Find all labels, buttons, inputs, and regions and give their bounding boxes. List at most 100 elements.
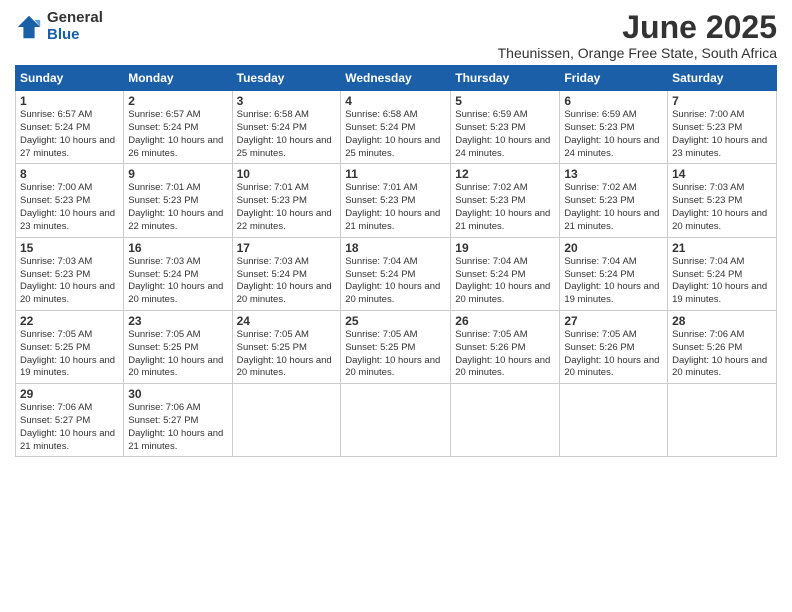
day-info: Sunrise: 7:03 AM Sunset: 5:23 PM Dayligh… (672, 182, 772, 233)
header-row: Sunday Monday Tuesday Wednesday Thursday… (16, 66, 777, 91)
sunset: Sunset: 5:23 PM (345, 195, 415, 206)
col-thursday: Thursday (451, 66, 560, 91)
daylight: Daylight: 10 hours and 20 minutes. (128, 355, 223, 379)
day-info: Sunrise: 7:00 AM Sunset: 5:23 PM Dayligh… (20, 182, 119, 233)
daylight: Daylight: 10 hours and 20 minutes. (237, 281, 332, 305)
daylight: Daylight: 10 hours and 21 minutes. (345, 208, 440, 232)
day-info: Sunrise: 7:02 AM Sunset: 5:23 PM Dayligh… (564, 182, 663, 233)
day-info: Sunrise: 7:05 AM Sunset: 5:26 PM Dayligh… (564, 329, 663, 380)
daylight: Daylight: 10 hours and 25 minutes. (345, 135, 440, 159)
day-number: 26 (455, 314, 555, 328)
sunrise: Sunrise: 6:57 AM (128, 109, 200, 120)
day-number: 20 (564, 241, 663, 255)
day-info: Sunrise: 7:02 AM Sunset: 5:23 PM Dayligh… (455, 182, 555, 233)
sunrise: Sunrise: 7:04 AM (672, 256, 744, 267)
daylight: Daylight: 10 hours and 24 minutes. (564, 135, 659, 159)
logo-icon (15, 13, 43, 41)
calendar-week-2: 8 Sunrise: 7:00 AM Sunset: 5:23 PM Dayli… (16, 164, 777, 237)
sunset: Sunset: 5:24 PM (564, 269, 634, 280)
daylight: Daylight: 10 hours and 21 minutes. (564, 208, 659, 232)
sunrise: Sunrise: 7:05 AM (345, 329, 417, 340)
sunset: Sunset: 5:24 PM (20, 122, 90, 133)
sunrise: Sunrise: 7:06 AM (20, 402, 92, 413)
calendar-week-4: 22 Sunrise: 7:05 AM Sunset: 5:25 PM Dayl… (16, 310, 777, 383)
sunrise: Sunrise: 7:04 AM (564, 256, 636, 267)
daylight: Daylight: 10 hours and 21 minutes. (455, 208, 550, 232)
logo-text: General Blue (47, 10, 103, 43)
calendar-cell (232, 384, 341, 457)
sunrise: Sunrise: 7:01 AM (237, 182, 309, 193)
sunset: Sunset: 5:25 PM (128, 342, 198, 353)
day-info: Sunrise: 7:01 AM Sunset: 5:23 PM Dayligh… (345, 182, 446, 233)
daylight: Daylight: 10 hours and 21 minutes. (20, 428, 115, 452)
calendar-cell: 28 Sunrise: 7:06 AM Sunset: 5:26 PM Dayl… (668, 310, 777, 383)
calendar-cell: 18 Sunrise: 7:04 AM Sunset: 5:24 PM Dayl… (341, 237, 451, 310)
sunrise: Sunrise: 7:06 AM (128, 402, 200, 413)
sunset: Sunset: 5:24 PM (672, 269, 742, 280)
sunrise: Sunrise: 7:05 AM (20, 329, 92, 340)
day-info: Sunrise: 6:59 AM Sunset: 5:23 PM Dayligh… (455, 109, 555, 160)
sunrise: Sunrise: 6:59 AM (455, 109, 527, 120)
col-tuesday: Tuesday (232, 66, 341, 91)
sunrise: Sunrise: 7:02 AM (564, 182, 636, 193)
sunrise: Sunrise: 6:58 AM (237, 109, 309, 120)
day-info: Sunrise: 7:06 AM Sunset: 5:27 PM Dayligh… (20, 402, 119, 453)
day-number: 6 (564, 94, 663, 108)
day-info: Sunrise: 6:57 AM Sunset: 5:24 PM Dayligh… (20, 109, 119, 160)
logo-blue-text: Blue (47, 27, 103, 44)
col-sunday: Sunday (16, 66, 124, 91)
calendar-cell: 10 Sunrise: 7:01 AM Sunset: 5:23 PM Dayl… (232, 164, 341, 237)
day-info: Sunrise: 7:06 AM Sunset: 5:27 PM Dayligh… (128, 402, 227, 453)
day-info: Sunrise: 7:04 AM Sunset: 5:24 PM Dayligh… (455, 256, 555, 307)
daylight: Daylight: 10 hours and 24 minutes. (455, 135, 550, 159)
calendar-cell (668, 384, 777, 457)
sunset: Sunset: 5:26 PM (455, 342, 525, 353)
day-number: 22 (20, 314, 119, 328)
daylight: Daylight: 10 hours and 20 minutes. (672, 355, 767, 379)
day-number: 8 (20, 167, 119, 181)
daylight: Daylight: 10 hours and 22 minutes. (237, 208, 332, 232)
daylight: Daylight: 10 hours and 20 minutes. (20, 281, 115, 305)
col-monday: Monday (124, 66, 232, 91)
calendar-cell: 19 Sunrise: 7:04 AM Sunset: 5:24 PM Dayl… (451, 237, 560, 310)
day-number: 2 (128, 94, 227, 108)
daylight: Daylight: 10 hours and 23 minutes. (672, 135, 767, 159)
day-number: 29 (20, 387, 119, 401)
day-info: Sunrise: 7:01 AM Sunset: 5:23 PM Dayligh… (128, 182, 227, 233)
day-number: 28 (672, 314, 772, 328)
daylight: Daylight: 10 hours and 27 minutes. (20, 135, 115, 159)
daylight: Daylight: 10 hours and 19 minutes. (564, 281, 659, 305)
daylight: Daylight: 10 hours and 20 minutes. (237, 355, 332, 379)
day-info: Sunrise: 7:05 AM Sunset: 5:25 PM Dayligh… (345, 329, 446, 380)
calendar-cell: 20 Sunrise: 7:04 AM Sunset: 5:24 PM Dayl… (560, 237, 668, 310)
sunset: Sunset: 5:23 PM (672, 122, 742, 133)
month-title: June 2025 (498, 10, 777, 45)
calendar-cell: 2 Sunrise: 6:57 AM Sunset: 5:24 PM Dayli… (124, 91, 232, 164)
calendar-cell (560, 384, 668, 457)
day-number: 18 (345, 241, 446, 255)
daylight: Daylight: 10 hours and 22 minutes. (128, 208, 223, 232)
day-number: 25 (345, 314, 446, 328)
day-info: Sunrise: 6:59 AM Sunset: 5:23 PM Dayligh… (564, 109, 663, 160)
day-number: 23 (128, 314, 227, 328)
sunrise: Sunrise: 6:59 AM (564, 109, 636, 120)
calendar-cell: 3 Sunrise: 6:58 AM Sunset: 5:24 PM Dayli… (232, 91, 341, 164)
sunset: Sunset: 5:23 PM (20, 195, 90, 206)
sunset: Sunset: 5:23 PM (564, 122, 634, 133)
daylight: Daylight: 10 hours and 23 minutes. (20, 208, 115, 232)
sunrise: Sunrise: 7:05 AM (564, 329, 636, 340)
calendar-cell (341, 384, 451, 457)
day-number: 12 (455, 167, 555, 181)
calendar-cell: 25 Sunrise: 7:05 AM Sunset: 5:25 PM Dayl… (341, 310, 451, 383)
col-saturday: Saturday (668, 66, 777, 91)
day-number: 4 (345, 94, 446, 108)
calendar-week-1: 1 Sunrise: 6:57 AM Sunset: 5:24 PM Dayli… (16, 91, 777, 164)
sunset: Sunset: 5:25 PM (20, 342, 90, 353)
sunset: Sunset: 5:23 PM (672, 195, 742, 206)
daylight: Daylight: 10 hours and 20 minutes. (345, 281, 440, 305)
day-info: Sunrise: 7:05 AM Sunset: 5:25 PM Dayligh… (237, 329, 337, 380)
daylight: Daylight: 10 hours and 21 minutes. (128, 428, 223, 452)
day-info: Sunrise: 6:58 AM Sunset: 5:24 PM Dayligh… (237, 109, 337, 160)
day-info: Sunrise: 7:06 AM Sunset: 5:26 PM Dayligh… (672, 329, 772, 380)
day-number: 7 (672, 94, 772, 108)
